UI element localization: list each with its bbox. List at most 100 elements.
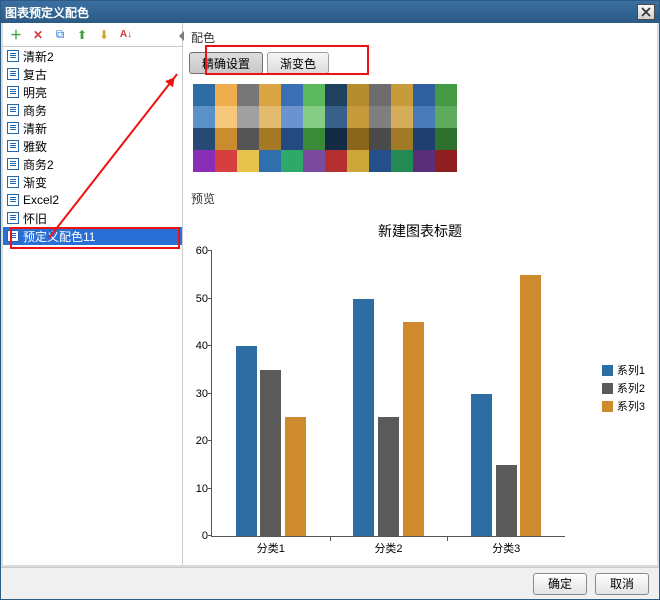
color-swatch[interactable]: [391, 128, 413, 150]
expand-handle[interactable]: [177, 29, 187, 43]
preview-section-label: 预览: [189, 182, 651, 213]
color-swatch[interactable]: [193, 106, 215, 128]
color-swatch[interactable]: [413, 84, 435, 106]
color-swatch[interactable]: [325, 84, 347, 106]
chart-legend: 系列1系列2系列3: [602, 360, 645, 416]
color-swatch[interactable]: [237, 84, 259, 106]
color-swatch[interactable]: [413, 128, 435, 150]
color-swatch[interactable]: [193, 128, 215, 150]
list-item[interactable]: 明亮: [3, 83, 182, 101]
move-up-icon[interactable]: ⬆: [75, 28, 89, 42]
preset-list[interactable]: 清新2复古明亮商务清新雅致商务2渐变Excel2怀旧预定义配色11: [3, 47, 182, 565]
list-item-label: 清新: [23, 120, 47, 137]
color-swatch[interactable]: [347, 128, 369, 150]
document-icon: [7, 122, 19, 134]
close-button[interactable]: [637, 4, 655, 20]
color-swatch[interactable]: [347, 150, 369, 172]
tab-gradient[interactable]: 渐变色: [267, 52, 329, 74]
color-swatch[interactable]: [259, 150, 281, 172]
window-title: 图表预定义配色: [5, 4, 89, 21]
color-swatch[interactable]: [325, 106, 347, 128]
list-item[interactable]: 预定义配色11: [3, 227, 182, 245]
color-swatch[interactable]: [193, 150, 215, 172]
list-item[interactable]: 清新: [3, 119, 182, 137]
color-swatch[interactable]: [281, 128, 303, 150]
left-panel: ＋ ✕ ⧉ ⬆ ⬇ A↓ 清新2复古明亮商务清新雅致商务2渐变Excel2怀旧预…: [3, 23, 183, 565]
list-item[interactable]: 雅致: [3, 137, 182, 155]
color-swatch[interactable]: [259, 84, 281, 106]
color-swatch[interactable]: [369, 84, 391, 106]
color-swatch[interactable]: [303, 150, 325, 172]
color-swatch[interactable]: [369, 128, 391, 150]
color-swatch[interactable]: [215, 106, 237, 128]
tab-precise[interactable]: 精确设置: [189, 52, 263, 74]
color-swatch[interactable]: [259, 128, 281, 150]
color-swatch[interactable]: [391, 150, 413, 172]
y-tick-label: 10: [196, 483, 212, 495]
bar: [520, 275, 541, 536]
list-item-label: 渐变: [23, 174, 47, 191]
color-swatch[interactable]: [281, 150, 303, 172]
legend-swatch: [602, 401, 613, 412]
color-swatch[interactable]: [215, 128, 237, 150]
cancel-button[interactable]: 取消: [595, 573, 649, 595]
color-swatch[interactable]: [391, 84, 413, 106]
chart-title: 新建图表标题: [189, 217, 651, 249]
color-swatch[interactable]: [325, 150, 347, 172]
color-swatch[interactable]: [435, 150, 457, 172]
list-item[interactable]: Excel2: [3, 191, 182, 209]
color-swatch[interactable]: [259, 106, 281, 128]
color-swatch[interactable]: [391, 106, 413, 128]
color-palette[interactable]: [193, 84, 457, 172]
bar: [353, 299, 374, 537]
list-item[interactable]: 怀旧: [3, 209, 182, 227]
color-swatch[interactable]: [303, 84, 325, 106]
list-item-label: 复古: [23, 66, 47, 83]
move-down-icon[interactable]: ⬇: [97, 28, 111, 42]
copy-icon[interactable]: ⧉: [53, 28, 67, 42]
color-swatch[interactable]: [215, 150, 237, 172]
document-icon: [7, 230, 19, 242]
color-swatch[interactable]: [369, 150, 391, 172]
list-item[interactable]: 商务2: [3, 155, 182, 173]
color-swatch[interactable]: [435, 84, 457, 106]
color-swatch[interactable]: [303, 106, 325, 128]
color-swatch[interactable]: [347, 84, 369, 106]
document-icon: [7, 194, 19, 206]
list-item[interactable]: 渐变: [3, 173, 182, 191]
color-swatch[interactable]: [281, 84, 303, 106]
color-swatch[interactable]: [237, 128, 259, 150]
sort-icon[interactable]: A↓: [119, 28, 133, 42]
color-swatch[interactable]: [369, 106, 391, 128]
list-item-label: 怀旧: [23, 210, 47, 227]
chevron-left-icon: [179, 31, 185, 41]
color-swatch[interactable]: [237, 106, 259, 128]
add-icon[interactable]: ＋: [9, 28, 23, 42]
legend-item: 系列2: [602, 380, 645, 396]
tab-precise-label: 精确设置: [202, 55, 250, 72]
ok-button[interactable]: 确定: [533, 573, 587, 595]
plot-area: 0102030405060分类1分类2分类3: [211, 251, 565, 537]
document-icon: [7, 86, 19, 98]
color-swatch[interactable]: [413, 150, 435, 172]
color-swatch[interactable]: [413, 106, 435, 128]
color-swatch[interactable]: [303, 128, 325, 150]
title-bar: 图表预定义配色: [1, 1, 659, 23]
list-item[interactable]: 复古: [3, 65, 182, 83]
y-tick-label: 30: [196, 388, 212, 400]
color-swatch[interactable]: [215, 84, 237, 106]
color-swatch[interactable]: [435, 106, 457, 128]
delete-icon[interactable]: ✕: [31, 28, 45, 42]
color-swatch[interactable]: [193, 84, 215, 106]
list-item[interactable]: 商务: [3, 101, 182, 119]
list-item[interactable]: 清新2: [3, 47, 182, 65]
legend-swatch: [602, 365, 613, 376]
document-icon: [7, 212, 19, 224]
dialog-window: 图表预定义配色 ＋ ✕ ⧉ ⬆ ⬇ A↓ 清新2复古明亮商务清新雅致商务2渐变E…: [0, 0, 660, 600]
color-swatch[interactable]: [325, 128, 347, 150]
color-swatch[interactable]: [281, 106, 303, 128]
color-swatch[interactable]: [237, 150, 259, 172]
color-swatch[interactable]: [347, 106, 369, 128]
color-swatch[interactable]: [435, 128, 457, 150]
document-icon: [7, 104, 19, 116]
